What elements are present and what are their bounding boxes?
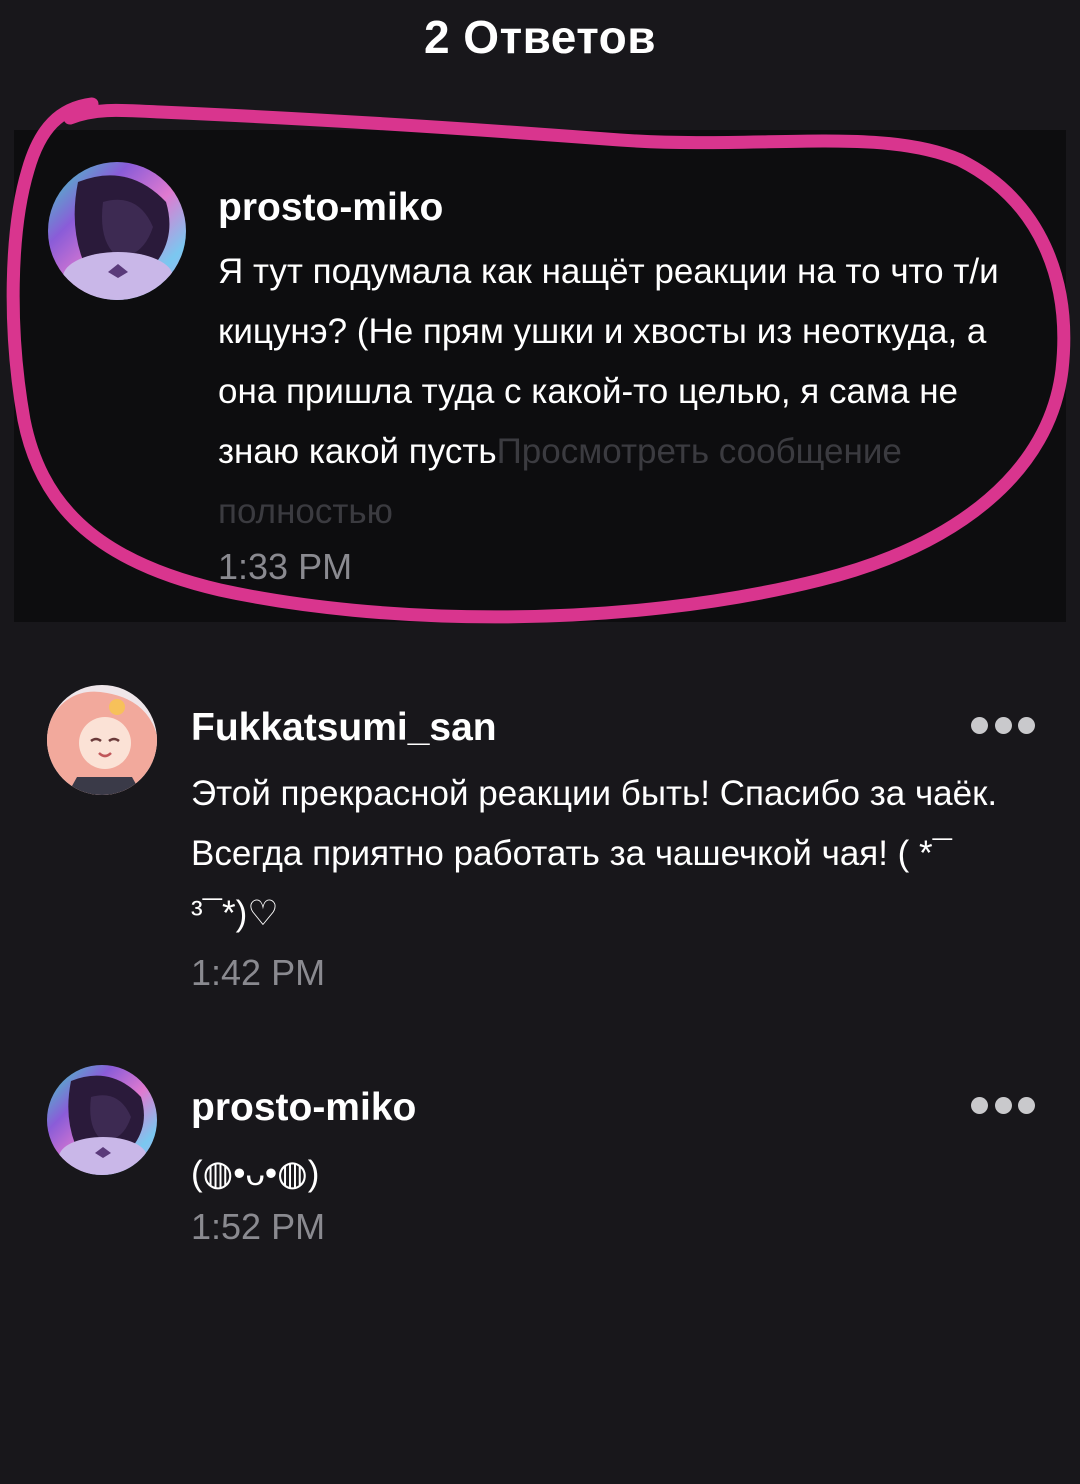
comment-text: Этой прекрасной реакции быть! Спасибо за… bbox=[191, 774, 998, 933]
dot bbox=[1018, 1096, 1035, 1114]
timestamp: 1:33 PM bbox=[218, 546, 353, 587]
more-dots-icon[interactable] bbox=[971, 713, 1035, 737]
dot bbox=[971, 1096, 988, 1114]
avatar[interactable] bbox=[48, 162, 186, 300]
replies-screen: 2 Ответов prosto-miko Я тут подумала как… bbox=[0, 0, 1080, 1484]
parent-comment[interactable]: prosto-miko Я тут подумала как нащёт реа… bbox=[14, 130, 1066, 622]
comment-text: Я тут подумала как нащёт реакции на то ч… bbox=[218, 242, 1028, 542]
dot bbox=[1018, 716, 1035, 734]
comment-text: (◍•ᴗ•◍) bbox=[191, 1154, 320, 1193]
avatar[interactable] bbox=[47, 1065, 157, 1175]
timestamp: 1:52 PM bbox=[191, 1206, 326, 1247]
username[interactable]: prosto-miko bbox=[218, 186, 443, 230]
dot bbox=[994, 716, 1012, 734]
header: 2 Ответов bbox=[0, 0, 1080, 80]
username[interactable]: Fukkatsumi_san bbox=[191, 706, 497, 750]
dot bbox=[994, 1096, 1012, 1114]
timestamp: 1:42 PM bbox=[191, 952, 326, 993]
avatar[interactable] bbox=[47, 685, 157, 795]
page-title: 2 Ответов bbox=[423, 11, 657, 63]
more-dots-icon[interactable] bbox=[971, 1093, 1035, 1117]
dot bbox=[971, 716, 988, 734]
username[interactable]: prosto-miko bbox=[191, 1086, 416, 1130]
